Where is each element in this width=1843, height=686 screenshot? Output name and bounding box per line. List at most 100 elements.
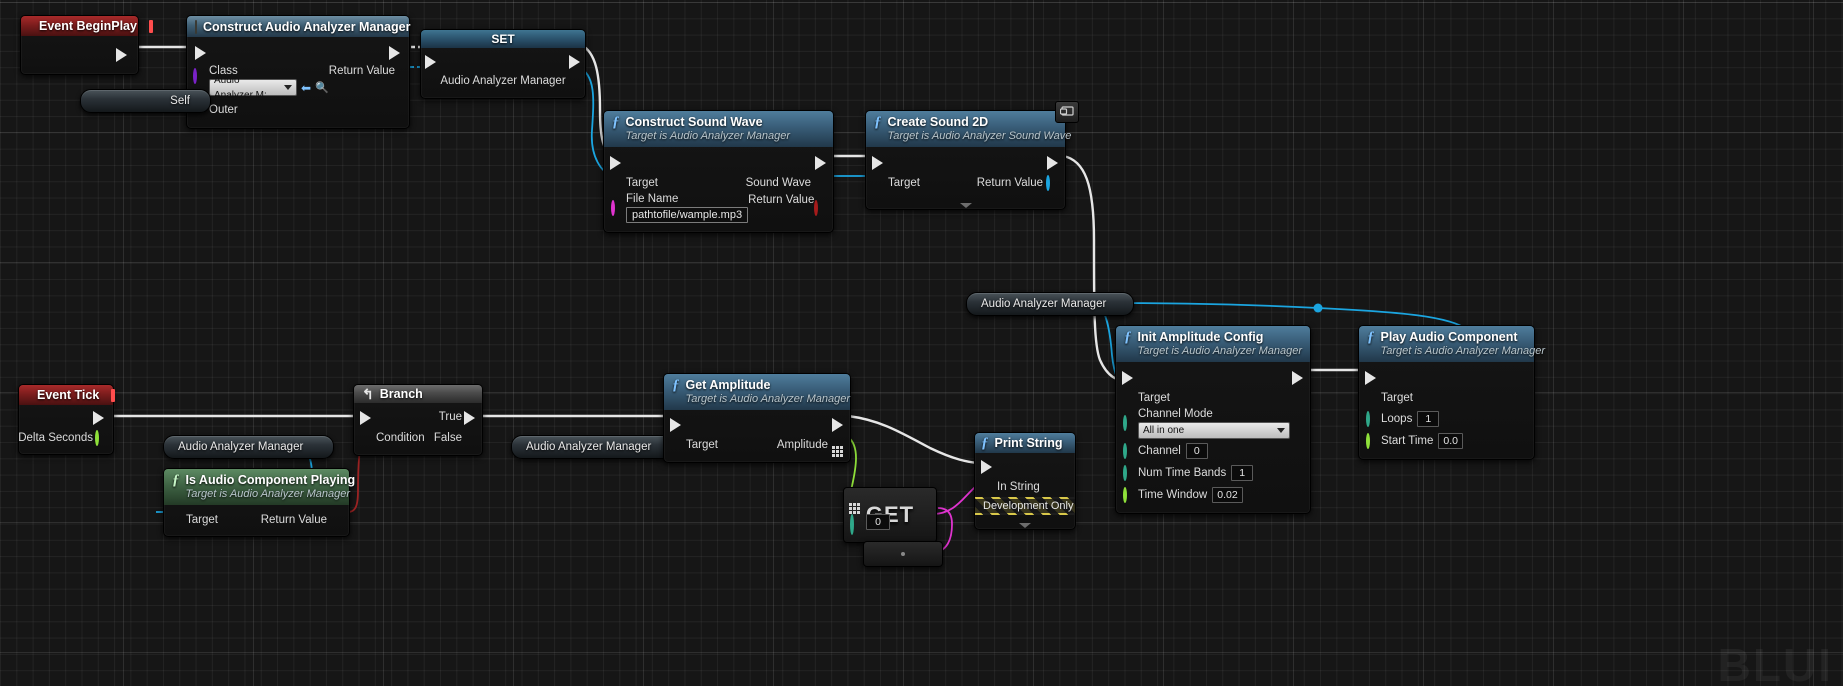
pin-row-outer: Outer: [187, 99, 409, 121]
exec-in-pin[interactable]: [360, 411, 372, 423]
node-event-tick[interactable]: Event Tick Delta Seconds: [18, 384, 116, 455]
return-value-pin[interactable]: [1046, 174, 1058, 191]
return-value-pin[interactable]: [814, 200, 826, 216]
node-header: ƒ Construct Sound Wave Target is Audio A…: [604, 111, 833, 147]
node-print-string[interactable]: ƒ Print String In String Development Onl…: [974, 432, 1076, 530]
delta-seconds-pin[interactable]: [95, 430, 107, 446]
browse-back-icon[interactable]: ⬅: [301, 81, 311, 95]
exec-in-pin[interactable]: [981, 460, 993, 472]
exec-out-pin[interactable]: [569, 55, 581, 67]
target-pin[interactable]: [671, 439, 683, 451]
node-event-begin-play[interactable]: Event BeginPlay: [20, 15, 153, 75]
exec-true-pin[interactable]: [464, 411, 476, 423]
array-in-pin[interactable]: [849, 493, 860, 514]
in-string-pin[interactable]: [982, 481, 994, 493]
index-pin[interactable]: [850, 514, 854, 535]
class-pin[interactable]: [193, 68, 205, 84]
node-set-variable[interactable]: SET Audio Analyzer Manager: [420, 29, 586, 99]
node-get-array-element[interactable]: GET 0: [843, 487, 937, 543]
loops-pin[interactable]: [1366, 411, 1378, 427]
pin-row-class: Class Audio Analyzer M: ⬅ 🔍 Return Value: [187, 63, 409, 101]
num-time-bands-pin[interactable]: [1123, 465, 1135, 481]
node-create-sound-2d[interactable]: ƒ Create Sound 2D Target is Audio Analyz…: [865, 110, 1071, 210]
target-pin[interactable]: [171, 514, 183, 526]
variable-get-self[interactable]: Self: [80, 89, 211, 113]
pin-row-target: Target: [1116, 387, 1310, 408]
node-title: SET: [491, 32, 515, 46]
exec-false-pin[interactable]: [464, 432, 476, 444]
node-branch[interactable]: ↰ Branch True Condition False: [353, 384, 483, 456]
start-time-pin[interactable]: [1366, 433, 1378, 449]
exec-in-pin[interactable]: [872, 156, 884, 168]
exec-out-pin[interactable]: [116, 48, 128, 62]
start-time-input[interactable]: 0.0: [1438, 433, 1464, 449]
exec-in-pin[interactable]: [195, 46, 207, 58]
node-title: Is Audio Component Playing: [185, 473, 356, 487]
node-subtitle: Target is Audio Analyzer Manager: [685, 393, 850, 405]
exec-out-pin[interactable]: [815, 156, 827, 168]
pin-row-exec: [1359, 367, 1534, 387]
target-pin[interactable]: [1123, 392, 1135, 404]
node-header: SET: [421, 30, 585, 48]
node-construct-audio-analyzer-manager[interactable]: Construct Audio Analyzer Manager Class A…: [186, 15, 410, 129]
file-name-pin[interactable]: [611, 200, 623, 216]
event-stop-icon[interactable]: [148, 19, 153, 33]
blueprint-graph-canvas[interactable]: Event BeginPlay Construct Audio Analyzer…: [0, 0, 1843, 686]
loops-input[interactable]: 1: [1417, 411, 1440, 427]
exec-in-pin[interactable]: [610, 156, 622, 168]
node-construct-sound-wave[interactable]: ƒ Construct Sound Wave Target is Audio A…: [603, 110, 834, 233]
node-title: Event Tick: [37, 388, 100, 402]
exec-out-pin[interactable]: [832, 418, 844, 430]
exec-out-pin[interactable]: [1047, 156, 1059, 168]
function-icon: ƒ: [172, 472, 180, 488]
pin-row-variable: Audio Analyzer Manager: [421, 70, 585, 92]
file-name-input[interactable]: pathtofile/wample.mp3: [626, 207, 749, 223]
node-play-audio-component[interactable]: ƒ Play Audio Component Target is Audio A…: [1358, 325, 1545, 460]
node-body: Target Loops 1 Start Time 0.0: [1359, 362, 1534, 459]
num-time-bands-input[interactable]: 1: [1231, 465, 1254, 481]
node-get-amplitude[interactable]: ƒ Get Amplitude Target is Audio Analyzer…: [663, 373, 851, 463]
return-value-pin[interactable]: [391, 70, 403, 82]
target-pin[interactable]: [1366, 392, 1378, 404]
exec-in-pin[interactable]: [1122, 371, 1134, 383]
collapse-arrow-icon[interactable]: [1019, 523, 1031, 528]
node-conversion[interactable]: [863, 541, 943, 567]
collapse-arrow-icon[interactable]: [959, 203, 972, 208]
node-is-audio-component-playing[interactable]: ƒ Is Audio Component Playing Target is A…: [163, 468, 355, 537]
exec-in-pin[interactable]: [425, 55, 437, 67]
pin-row-start-time: Start Time 0.0: [1359, 430, 1534, 452]
time-window-pin[interactable]: [1123, 487, 1135, 503]
target-pin[interactable]: [873, 177, 885, 189]
channel-mode-pin[interactable]: [1123, 415, 1135, 431]
sound-wave-pin[interactable]: [814, 177, 826, 189]
channel-pin[interactable]: [1123, 443, 1135, 459]
node-init-amplitude-config[interactable]: ƒ Init Amplitude Config Target is Audio …: [1115, 325, 1311, 514]
node-comment-badge[interactable]: [1055, 101, 1079, 123]
variable-get-audio-analyzer-manager-amplitude[interactable]: Audio Analyzer Manager: [511, 435, 681, 459]
exec-out-pin[interactable]: [1516, 371, 1528, 383]
set-value-in-pin[interactable]: [426, 75, 438, 87]
node-header: ↰ Branch: [354, 385, 482, 403]
variable-get-audio-analyzer-manager-top[interactable]: Audio Analyzer Manager: [966, 292, 1134, 316]
target-pin[interactable]: [611, 177, 623, 189]
node-subtitle: Target is Audio Analyzer Manager: [625, 130, 790, 142]
index-input[interactable]: 0: [866, 514, 890, 530]
exec-in-pin[interactable]: [670, 418, 682, 430]
channel-input[interactable]: 0: [1185, 443, 1208, 459]
exec-out-pin[interactable]: [1057, 460, 1069, 472]
variable-get-audio-analyzer-manager-branch[interactable]: Audio Analyzer Manager: [163, 435, 334, 459]
exec-out-pin[interactable]: [389, 46, 401, 58]
event-stop-icon[interactable]: [111, 388, 116, 402]
exec-out-pin[interactable]: [93, 411, 105, 425]
amplitude-array-pin[interactable]: [832, 439, 844, 457]
return-value-pin[interactable]: [330, 514, 342, 526]
time-window-input[interactable]: 0.02: [1212, 487, 1243, 503]
search-icon[interactable]: 🔍: [315, 81, 329, 94]
class-select[interactable]: Audio Analyzer M:: [209, 75, 297, 101]
exec-out-pin[interactable]: [1292, 371, 1304, 383]
event-diamond-icon: [23, 22, 31, 30]
exec-in-pin[interactable]: [1365, 371, 1377, 383]
channel-mode-select[interactable]: All in one: [1138, 422, 1290, 439]
set-value-out-pin[interactable]: [568, 75, 580, 87]
condition-pin[interactable]: [361, 432, 373, 444]
